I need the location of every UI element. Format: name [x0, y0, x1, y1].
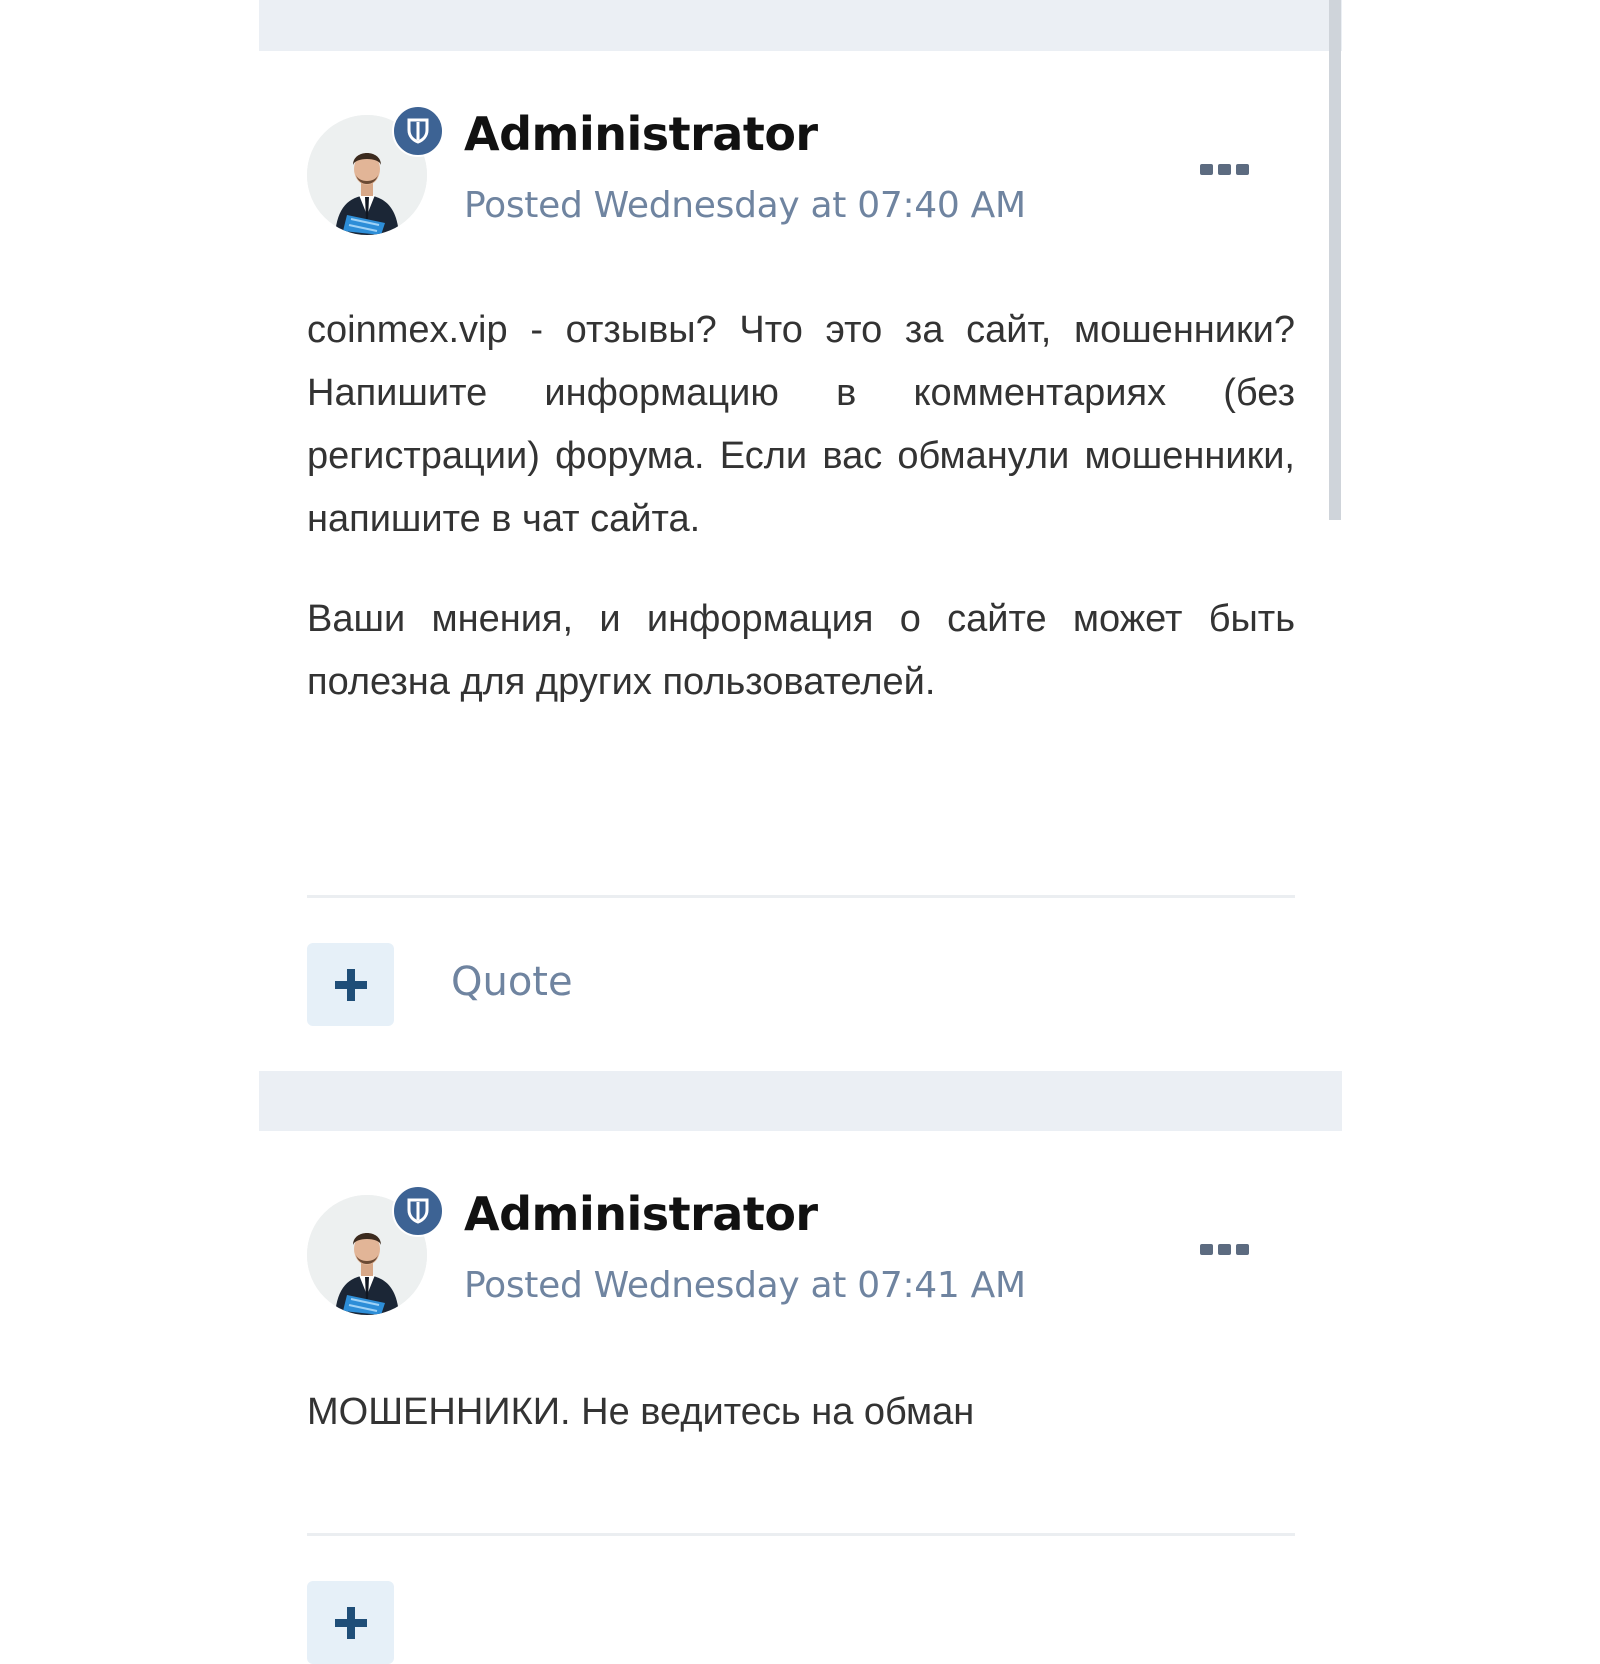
post-timestamp[interactable]: Posted Wednesday at 07:40 AM: [464, 185, 1026, 226]
shield-icon: [407, 118, 429, 144]
plus-icon: [334, 968, 367, 1001]
scrollbar-thumb[interactable]: [1329, 0, 1341, 520]
reaction-button[interactable]: [307, 1581, 394, 1664]
forum-post: Administrator Posted Wednesday at 07:41 …: [259, 1131, 1342, 1664]
post-separator-band: [259, 1071, 1342, 1131]
post-content: МОШЕННИКИ. Не ведитесь на обман: [307, 1381, 1295, 1444]
post-paragraph: Ваши мнения, и информация о сайте может …: [307, 598, 1295, 703]
more-options-icon[interactable]: [1194, 1231, 1254, 1267]
quote-link[interactable]: Quote: [451, 959, 573, 1005]
plus-icon: [334, 1606, 367, 1639]
post-divider: [307, 895, 1295, 898]
topic-posts-column: Administrator Posted Wednesday at 07:40 …: [259, 0, 1342, 1664]
author-name[interactable]: Administrator: [464, 107, 818, 161]
author-name[interactable]: Administrator: [464, 1187, 818, 1241]
shield-icon: [407, 1198, 429, 1224]
reaction-button[interactable]: [307, 943, 394, 1026]
post-separator-band: [259, 0, 1342, 51]
more-options-icon[interactable]: [1194, 151, 1254, 187]
admin-badge: [392, 1185, 444, 1237]
post-content: coinmex.vip - отзывы? Что это за сайт, м…: [307, 299, 1295, 714]
post-paragraph: МОШЕННИКИ. Не ведитесь на обман: [307, 1391, 975, 1433]
admin-badge: [392, 105, 444, 157]
forum-post: Administrator Posted Wednesday at 07:40 …: [259, 51, 1342, 1071]
post-paragraph: coinmex.vip - отзывы? Что это за сайт, м…: [307, 309, 1295, 540]
post-timestamp[interactable]: Posted Wednesday at 07:41 AM: [464, 1265, 1026, 1306]
post-divider: [307, 1533, 1295, 1536]
